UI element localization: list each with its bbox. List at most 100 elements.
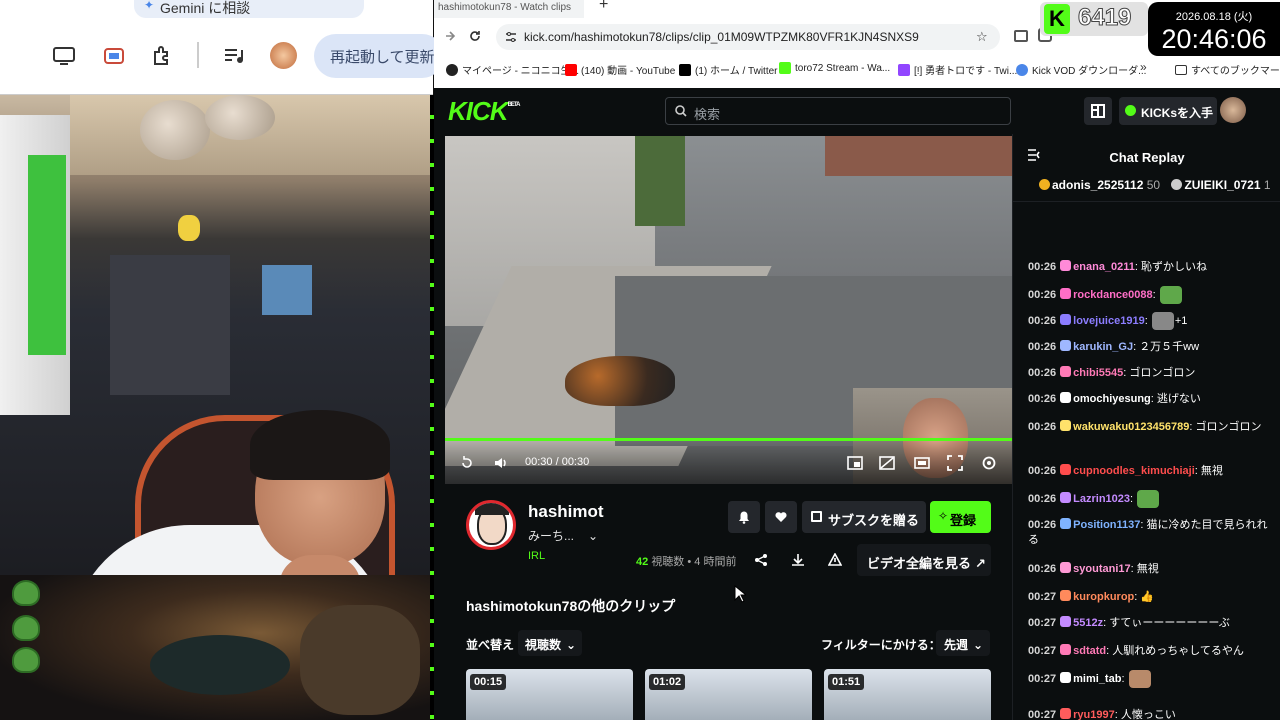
share-icon[interactable]	[754, 553, 768, 567]
leader-name[interactable]: ZUIEIKI_0721	[1184, 178, 1260, 192]
leader-name[interactable]: adonis_2525112	[1052, 178, 1143, 192]
forward-icon[interactable]	[444, 30, 456, 42]
bookmark-item[interactable]: マイページ - ニコニコ生...	[446, 62, 579, 77]
bookmark-label: [!] 勇者トロです - Twi...	[914, 66, 1018, 77]
bookmark-item[interactable]: (1) ホーム / Twitter	[679, 62, 777, 77]
chat-username[interactable]: cupnoodles_kimuchiaji	[1073, 465, 1195, 477]
stream-title-text: みーち...	[528, 529, 575, 543]
chat-text: +1	[1174, 314, 1188, 327]
bookmark-item[interactable]: toro72 Stream - Wa...	[779, 62, 890, 74]
dashboard-button[interactable]	[1084, 97, 1112, 125]
favorite-button[interactable]	[765, 501, 797, 533]
plush-toy	[178, 215, 200, 241]
filter-dropdown[interactable]: 先週 ⌄	[936, 630, 990, 656]
chat-message: 00:27 kuropkurop: 👍	[1028, 590, 1274, 605]
restart-update-button[interactable]: 再起動して更新	[314, 34, 444, 78]
volume-icon[interactable]	[493, 455, 509, 471]
replay-icon[interactable]	[459, 455, 475, 471]
chat-username[interactable]: mimi_tab	[1073, 673, 1121, 685]
all-bookmarks-label: すべてのブックマーク	[1191, 66, 1280, 77]
download-icon[interactable]	[791, 553, 805, 567]
get-kicks-button[interactable]: KICKsを入手	[1119, 97, 1217, 125]
bookmark-item[interactable]: (140) 動画 - YouTube	[565, 62, 675, 77]
cast-icon[interactable]	[52, 44, 76, 68]
bookmark-star-icon[interactable]: ☆	[976, 29, 988, 45]
media-control-icon[interactable]	[222, 44, 246, 68]
clip-thumbnail[interactable]: 01:51	[824, 669, 991, 720]
chat-username[interactable]: rockdance0088	[1073, 289, 1153, 301]
webcam-feed	[0, 95, 433, 575]
clip-thumbnail[interactable]: 01:02	[645, 669, 812, 720]
more-bookmarks-icon[interactable]: »	[1140, 60, 1147, 74]
sort-dropdown[interactable]: 視聴数 ⌄	[518, 630, 582, 656]
kick-count: 6419	[1077, 4, 1132, 32]
chat-username[interactable]: karukin_GJ	[1073, 341, 1133, 353]
screenshot-icon[interactable]	[102, 44, 126, 68]
chat-username[interactable]: syoutani17	[1073, 563, 1130, 575]
video-player[interactable]: 00:30 / 00:30	[445, 136, 1012, 484]
gift-sub-button[interactable]: サブスクを贈る	[802, 501, 926, 533]
category-link[interactable]: IRL	[528, 550, 545, 562]
chat-username[interactable]: sdtatd	[1073, 645, 1106, 657]
leader-badge-icon	[1171, 179, 1183, 190]
chat-separator: :	[1121, 672, 1128, 685]
reload-icon[interactable]	[469, 30, 481, 42]
chevron-down-icon: ⌄	[973, 638, 984, 652]
all-bookmarks-folder[interactable]: すべてのブックマーク	[1175, 62, 1280, 77]
chat-timestamp: 00:27	[1028, 645, 1057, 657]
chat-text: ゴロンゴロン	[1129, 367, 1196, 379]
bookmark-item[interactable]: [!] 勇者トロです - Twi...	[898, 62, 1017, 77]
chat-message: 00:26 Position1137: 猫に冷めた目で見られれる	[1028, 518, 1274, 548]
search-input[interactable]: 検索	[665, 97, 1011, 125]
chat-emote-icon	[1128, 670, 1151, 688]
chat-username[interactable]: lovejuice1919	[1073, 315, 1145, 327]
follow-label: 登録	[950, 513, 977, 528]
theater-mode-icon[interactable]	[914, 455, 930, 471]
chat-timestamp: 00:26	[1028, 492, 1057, 505]
extensions-icon[interactable]	[150, 44, 174, 68]
chat-username[interactable]: Position1137	[1073, 519, 1140, 531]
chat-timestamp: 00:27	[1028, 672, 1057, 685]
left-browser-tab[interactable]: ✦ Gemini に相談	[134, 0, 364, 18]
chat-username[interactable]: chibi5545	[1073, 367, 1123, 379]
channel-name[interactable]: hashimot	[528, 502, 604, 522]
user-avatar[interactable]	[1220, 97, 1246, 123]
twitch-icon	[898, 63, 910, 76]
pip-icon[interactable]	[847, 455, 863, 471]
bookmark-item[interactable]: Kick VOD ダウンローダ...	[1016, 62, 1146, 77]
fullscreen-icon[interactable]	[947, 455, 963, 471]
stream-title[interactable]: みーち... ⌄	[528, 527, 598, 544]
chat-message: 00:26 karukin_GJ: ２万５千ww	[1028, 340, 1274, 355]
kick-header: KICKBETA 検索 KICKsを入手	[434, 88, 1280, 134]
browser-tab[interactable]: hashimotokun78 - Watch clips	[434, 0, 584, 18]
chat-username[interactable]: 5512z	[1073, 617, 1103, 629]
notification-bell-button[interactable]	[728, 501, 760, 533]
chat-username[interactable]: ryu1997	[1073, 709, 1115, 720]
kick-logo[interactable]: KICKBETA	[448, 96, 520, 127]
chat-username[interactable]: enana_0211	[1073, 261, 1135, 273]
clip-icon[interactable]	[879, 455, 895, 471]
chat-username[interactable]: kuropkurop	[1073, 591, 1134, 603]
clip-thumbnail[interactable]: 00:15	[466, 669, 633, 720]
green-shirt	[28, 155, 66, 355]
chat-username[interactable]: wakuwaku0123456789	[1073, 421, 1189, 433]
clip-age: 4 時間前	[694, 556, 737, 568]
chevron-down-icon[interactable]: ⌄	[588, 529, 598, 543]
profile-avatar[interactable]	[270, 42, 297, 69]
other-clips-heading: hashimotokun78の他のクリップ	[466, 598, 676, 614]
settings-gear-icon[interactable]	[981, 455, 997, 471]
chat-username[interactable]: omochiyesung	[1073, 393, 1151, 405]
watch-full-video-button[interactable]: ビデオ全編を見る ↗	[857, 544, 991, 576]
chat-separator: :	[1144, 314, 1151, 327]
site-info-icon[interactable]	[505, 31, 517, 43]
cast-icon[interactable]	[1014, 30, 1028, 42]
address-bar[interactable]: kick.com/hashimotokun78/clips/clip_01M09…	[496, 24, 1000, 50]
channel-avatar[interactable]	[466, 500, 516, 550]
video-building	[825, 136, 1012, 176]
new-tab-icon[interactable]: +	[599, 0, 608, 14]
chat-username[interactable]: Lazrin1023	[1073, 493, 1130, 505]
chat-message: 00:26 chibi5545: ゴロンゴロン	[1028, 366, 1274, 381]
report-icon[interactable]	[828, 553, 842, 567]
bookmark-label: toro72 Stream - Wa...	[795, 62, 891, 74]
follow-button[interactable]: ✧ 登録	[930, 501, 991, 533]
